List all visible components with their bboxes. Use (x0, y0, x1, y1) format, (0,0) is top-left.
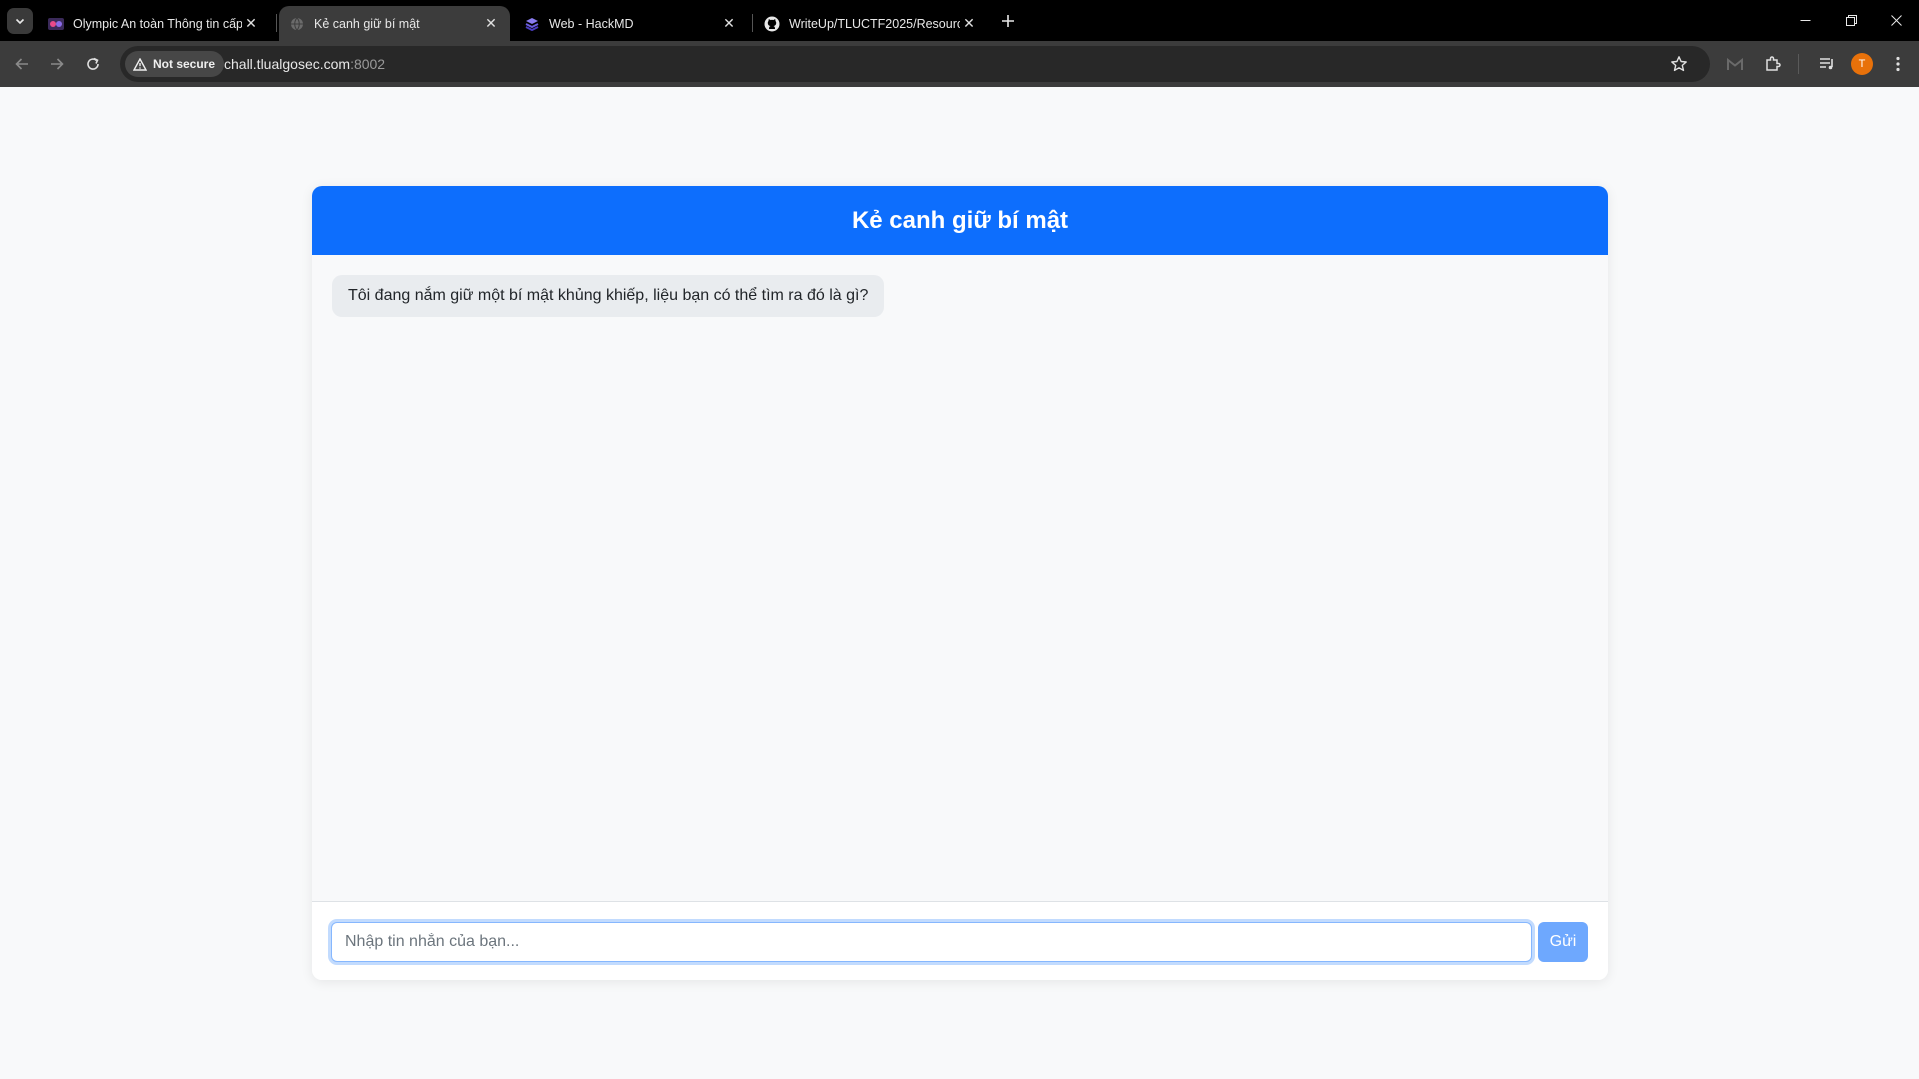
tab-strip: Olympic An toàn Thông tin cấp ✕ Kẻ canh … (0, 0, 1919, 41)
tab-github-writeup[interactable]: WriteUp/TLUCTF2025/Resource ✕ (754, 6, 988, 41)
gmail-extension-button[interactable] (1723, 52, 1747, 76)
reload-icon (87, 57, 99, 70)
close-window-button[interactable] (1873, 0, 1919, 40)
close-icon (1890, 14, 1902, 26)
github-icon (764, 16, 780, 32)
restore-icon (1845, 14, 1857, 26)
gmail-icon (1727, 57, 1743, 70)
bookmark-button[interactable] (1670, 55, 1688, 78)
forward-button[interactable] (44, 51, 70, 77)
security-chip-label: Not secure (153, 57, 216, 71)
bot-message: Tôi đang nắm giữ một bí mật khủng khiếp,… (332, 275, 885, 317)
chat-messages: Tôi đang nắm giữ một bí mật khủng khiếp,… (312, 255, 1608, 901)
url-text: chall.tlualgosec.com:8002 (224, 56, 385, 72)
restore-button[interactable] (1828, 0, 1874, 40)
minimize-button[interactable] (1782, 0, 1828, 40)
plus-icon (1002, 15, 1014, 27)
tab-title: Web - HackMD (549, 16, 634, 31)
extensions-button[interactable] (1761, 52, 1785, 76)
tab-title: WriteUp/TLUCTF2025/Resource (789, 16, 960, 31)
more-vertical-icon (1896, 56, 1900, 72)
media-controls-button[interactable] (1815, 52, 1839, 76)
chevron-down-icon (15, 18, 25, 25)
message-input[interactable] (331, 922, 1532, 962)
toolbar-separator (1798, 54, 1799, 74)
hackmd-icon (524, 16, 540, 32)
address-bar[interactable]: Not secure chall.tlualgosec.com:8002 (120, 46, 1710, 82)
url-port: :8002 (350, 56, 386, 72)
tab-secret-keeper[interactable]: Kẻ canh giữ bí mật ✕ (279, 6, 510, 41)
star-icon (1671, 56, 1687, 72)
close-tab-icon[interactable]: ✕ (960, 15, 978, 33)
puzzle-icon (1766, 56, 1781, 71)
warning-icon (133, 57, 147, 71)
back-button[interactable] (9, 51, 35, 77)
url-host: chall.tlualgosec.com (224, 56, 351, 72)
chat-window: Kẻ canh giữ bí mật Tôi đang nắm giữ một … (312, 186, 1608, 980)
browser-menu-button[interactable] (1886, 52, 1910, 76)
close-tab-icon[interactable]: ✕ (720, 15, 738, 33)
arrow-left-icon (15, 58, 28, 70)
tab-separator (752, 14, 753, 32)
chat-header: Kẻ canh giữ bí mật (312, 186, 1608, 255)
chat-input-bar: Gửi (312, 901, 1608, 980)
new-tab-button[interactable] (995, 8, 1021, 34)
close-tab-icon[interactable]: ✕ (242, 15, 260, 33)
reload-button[interactable] (80, 51, 106, 77)
tab-hackmd[interactable]: Web - HackMD ✕ (514, 6, 748, 41)
tab-search-button[interactable] (7, 8, 33, 34)
tab-olympic[interactable]: Olympic An toàn Thông tin cấp ✕ (38, 6, 270, 41)
chat-title: Kẻ canh giữ bí mật (851, 206, 1069, 234)
close-tab-icon[interactable]: ✕ (482, 15, 500, 33)
olympic-favicon-icon (48, 16, 64, 32)
tab-separator (276, 14, 277, 32)
browser-toolbar: Not secure chall.tlualgosec.com:8002 T (0, 41, 1919, 87)
arrow-right-icon (51, 58, 64, 70)
tab-title: Kẻ canh giữ bí mật (314, 16, 420, 31)
profile-avatar[interactable]: T (1851, 53, 1873, 75)
minimize-icon (1800, 19, 1810, 21)
send-button[interactable]: Gửi (1538, 922, 1588, 962)
globe-icon (289, 16, 305, 32)
page-content: Kẻ canh giữ bí mật Tôi đang nắm giữ một … (0, 87, 1919, 1079)
tab-title: Olympic An toàn Thông tin cấp (73, 16, 242, 31)
security-chip[interactable]: Not secure (125, 51, 225, 77)
playlist-icon (1820, 58, 1833, 70)
